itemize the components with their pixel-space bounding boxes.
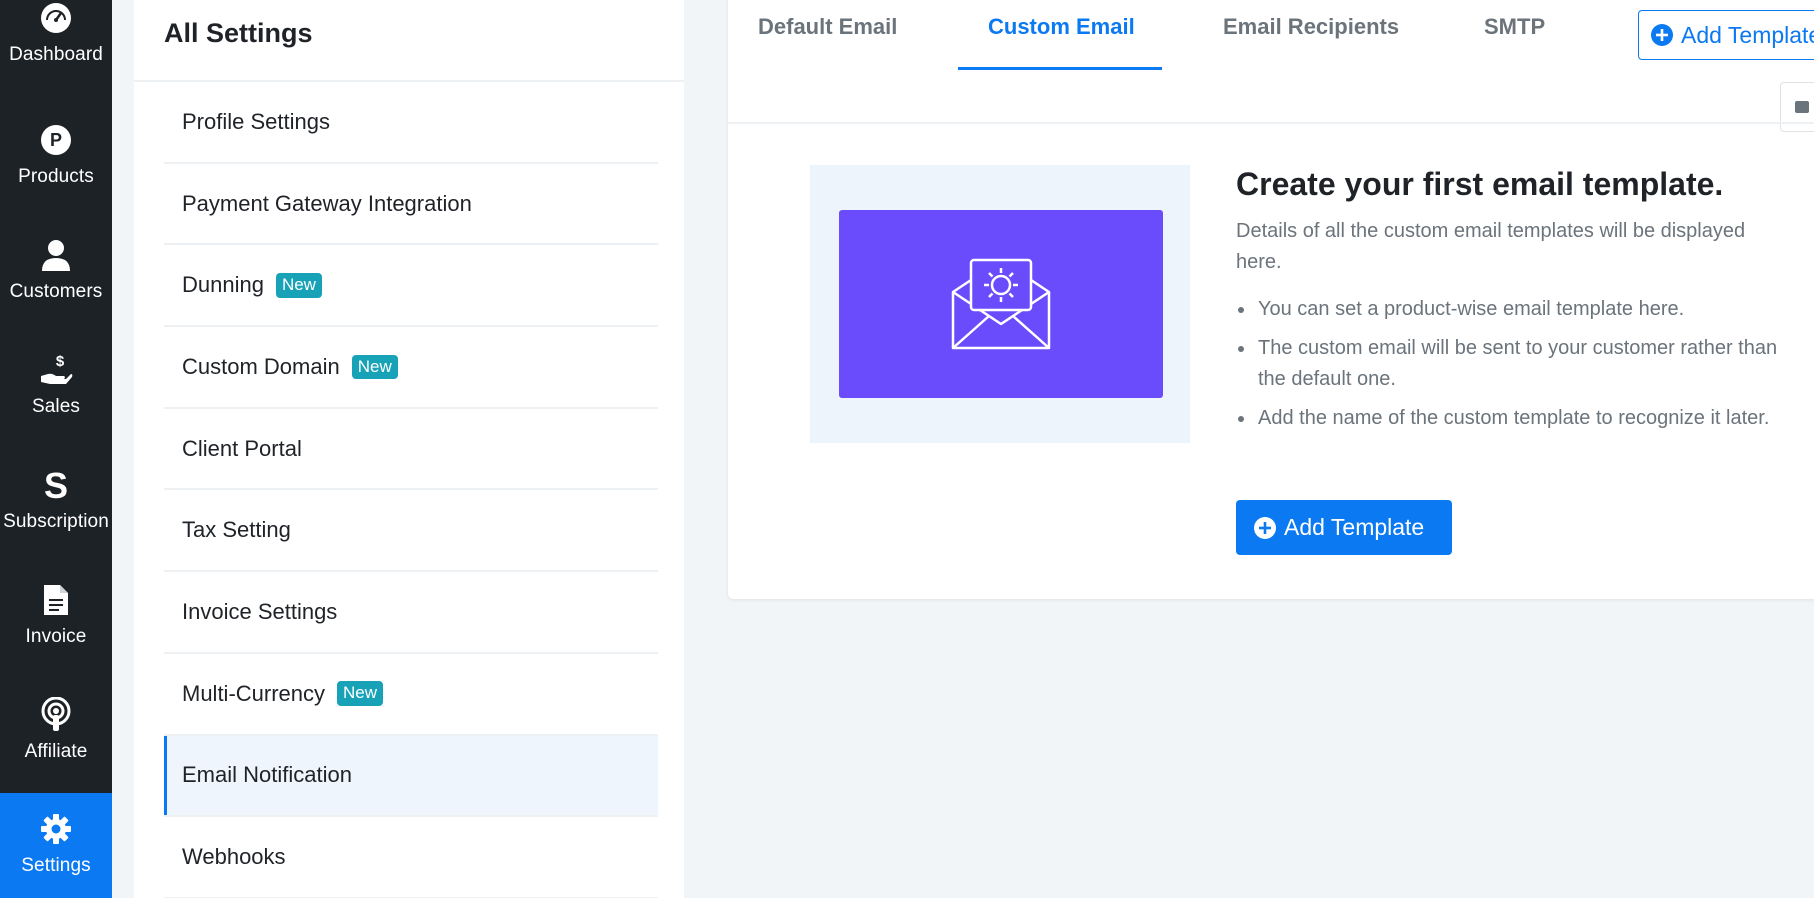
settings-item-dunning[interactable]: Dunning New xyxy=(164,245,658,328)
list-item: You can set a product-wise email templat… xyxy=(1236,294,1796,325)
settings-item-label: Webhooks xyxy=(182,844,286,870)
user-icon xyxy=(38,237,74,273)
nav-label: Products xyxy=(18,166,94,187)
add-template-button[interactable]: Add Template xyxy=(1236,500,1452,555)
tab-smtp[interactable]: SMTP xyxy=(1484,14,1545,40)
nav-item-invoice[interactable]: Invoice xyxy=(0,572,112,687)
settings-item-custom-domain[interactable]: Custom Domain New xyxy=(164,327,658,409)
new-badge: New xyxy=(275,272,322,298)
empty-state-illustration xyxy=(810,165,1190,443)
products-p-icon: P xyxy=(38,122,74,158)
new-badge: New xyxy=(351,354,398,380)
nav-item-products[interactable]: P Products xyxy=(0,112,112,227)
settings-item-label: Email Notification xyxy=(182,762,352,788)
svg-text:S: S xyxy=(44,467,68,503)
settings-item-client-portal[interactable]: Client Portal xyxy=(164,409,658,491)
nav-label: Dashboard xyxy=(9,44,103,65)
settings-title: All Settings xyxy=(164,18,313,48)
settings-panel: All Settings Profile Settings Payment Ga… xyxy=(134,0,684,898)
tab-custom-email[interactable]: Custom Email xyxy=(988,14,1135,40)
list-item: Add the name of the custom template to r… xyxy=(1236,403,1796,434)
video-help-button[interactable] xyxy=(1780,82,1814,132)
settings-item-label: Client Portal xyxy=(182,435,302,461)
settings-item-label: Multi-Currency xyxy=(182,680,326,706)
nav-item-sales[interactable]: $ Sales xyxy=(0,342,112,457)
nav-item-dashboard[interactable]: Dashboard xyxy=(0,0,112,105)
gear-icon xyxy=(38,811,74,847)
nav-item-settings[interactable]: Settings xyxy=(0,793,112,898)
nav-item-affiliate[interactable]: Affiliate xyxy=(0,687,112,802)
settings-item-invoice[interactable]: Invoice Settings xyxy=(164,572,658,654)
settings-item-label: Custom Domain xyxy=(182,353,340,379)
settings-item-tax[interactable]: Tax Setting xyxy=(164,490,658,573)
settings-item-label: Dunning xyxy=(182,272,264,298)
nav-label: Sales xyxy=(31,396,81,417)
settings-item-label: Payment Gateway Integration xyxy=(182,190,472,216)
empty-state-description: Details of all the custom email template… xyxy=(1236,220,1746,273)
nav-item-customers[interactable]: Customers xyxy=(0,227,112,342)
nav-label: Customers xyxy=(9,281,103,302)
illustration-panel xyxy=(839,210,1163,398)
settings-item-multi-currency[interactable]: Multi-Currency New xyxy=(164,654,658,736)
svg-text:$: $ xyxy=(56,353,65,370)
settings-item-label: Profile Settings xyxy=(182,108,330,134)
add-template-label: Add Template xyxy=(1284,514,1425,540)
nav-label: Invoice xyxy=(25,626,87,647)
main-nav-rail: Dashboard P Products Customers $ Sales S… xyxy=(0,0,112,898)
tab-default-email[interactable]: Default Email xyxy=(758,14,897,40)
settings-item-label: Tax Setting xyxy=(182,517,291,543)
broadcast-icon xyxy=(38,697,74,733)
hand-dollar-icon: $ xyxy=(38,352,74,388)
active-tab-indicator xyxy=(958,67,1162,70)
nav-label: Settings xyxy=(21,855,91,876)
document-icon xyxy=(38,582,74,618)
settings-item-webhooks[interactable]: Webhooks xyxy=(164,817,658,898)
plus-circle-icon xyxy=(1651,24,1673,46)
subscription-s-icon: S xyxy=(38,467,74,503)
settings-item-label: Invoice Settings xyxy=(182,598,338,624)
email-notification-card: Default Email Custom Email Email Recipie… xyxy=(728,0,1814,599)
tab-email-recipients[interactable]: Email Recipients xyxy=(1223,14,1399,40)
nav-item-subscription[interactable]: S Subscription xyxy=(0,457,112,572)
nav-label: Affiliate xyxy=(24,741,88,762)
video-camera-icon xyxy=(1795,101,1809,113)
settings-list: Profile Settings Payment Gateway Integra… xyxy=(164,82,658,898)
dashboard-gauge-icon xyxy=(38,0,74,36)
add-template-header-button[interactable]: Add Template xyxy=(1638,10,1814,60)
settings-item-email-notification[interactable]: Email Notification xyxy=(164,735,658,818)
list-item: The custom email will be sent to your cu… xyxy=(1236,333,1796,395)
empty-state-bullets: You can set a product-wise email templat… xyxy=(1236,294,1796,442)
nav-label: Subscription xyxy=(3,511,109,532)
new-badge: New xyxy=(337,681,384,706)
empty-state-title: Create your first email template. xyxy=(1236,166,1724,202)
plus-circle-icon xyxy=(1254,516,1276,539)
email-settings-icon xyxy=(951,258,1051,350)
add-template-label: Add Template xyxy=(1681,21,1814,48)
settings-item-payment-gateway[interactable]: Payment Gateway Integration xyxy=(164,164,658,246)
svg-text:P: P xyxy=(50,130,62,150)
divider xyxy=(728,122,1814,124)
settings-item-profile[interactable]: Profile Settings xyxy=(164,82,658,164)
